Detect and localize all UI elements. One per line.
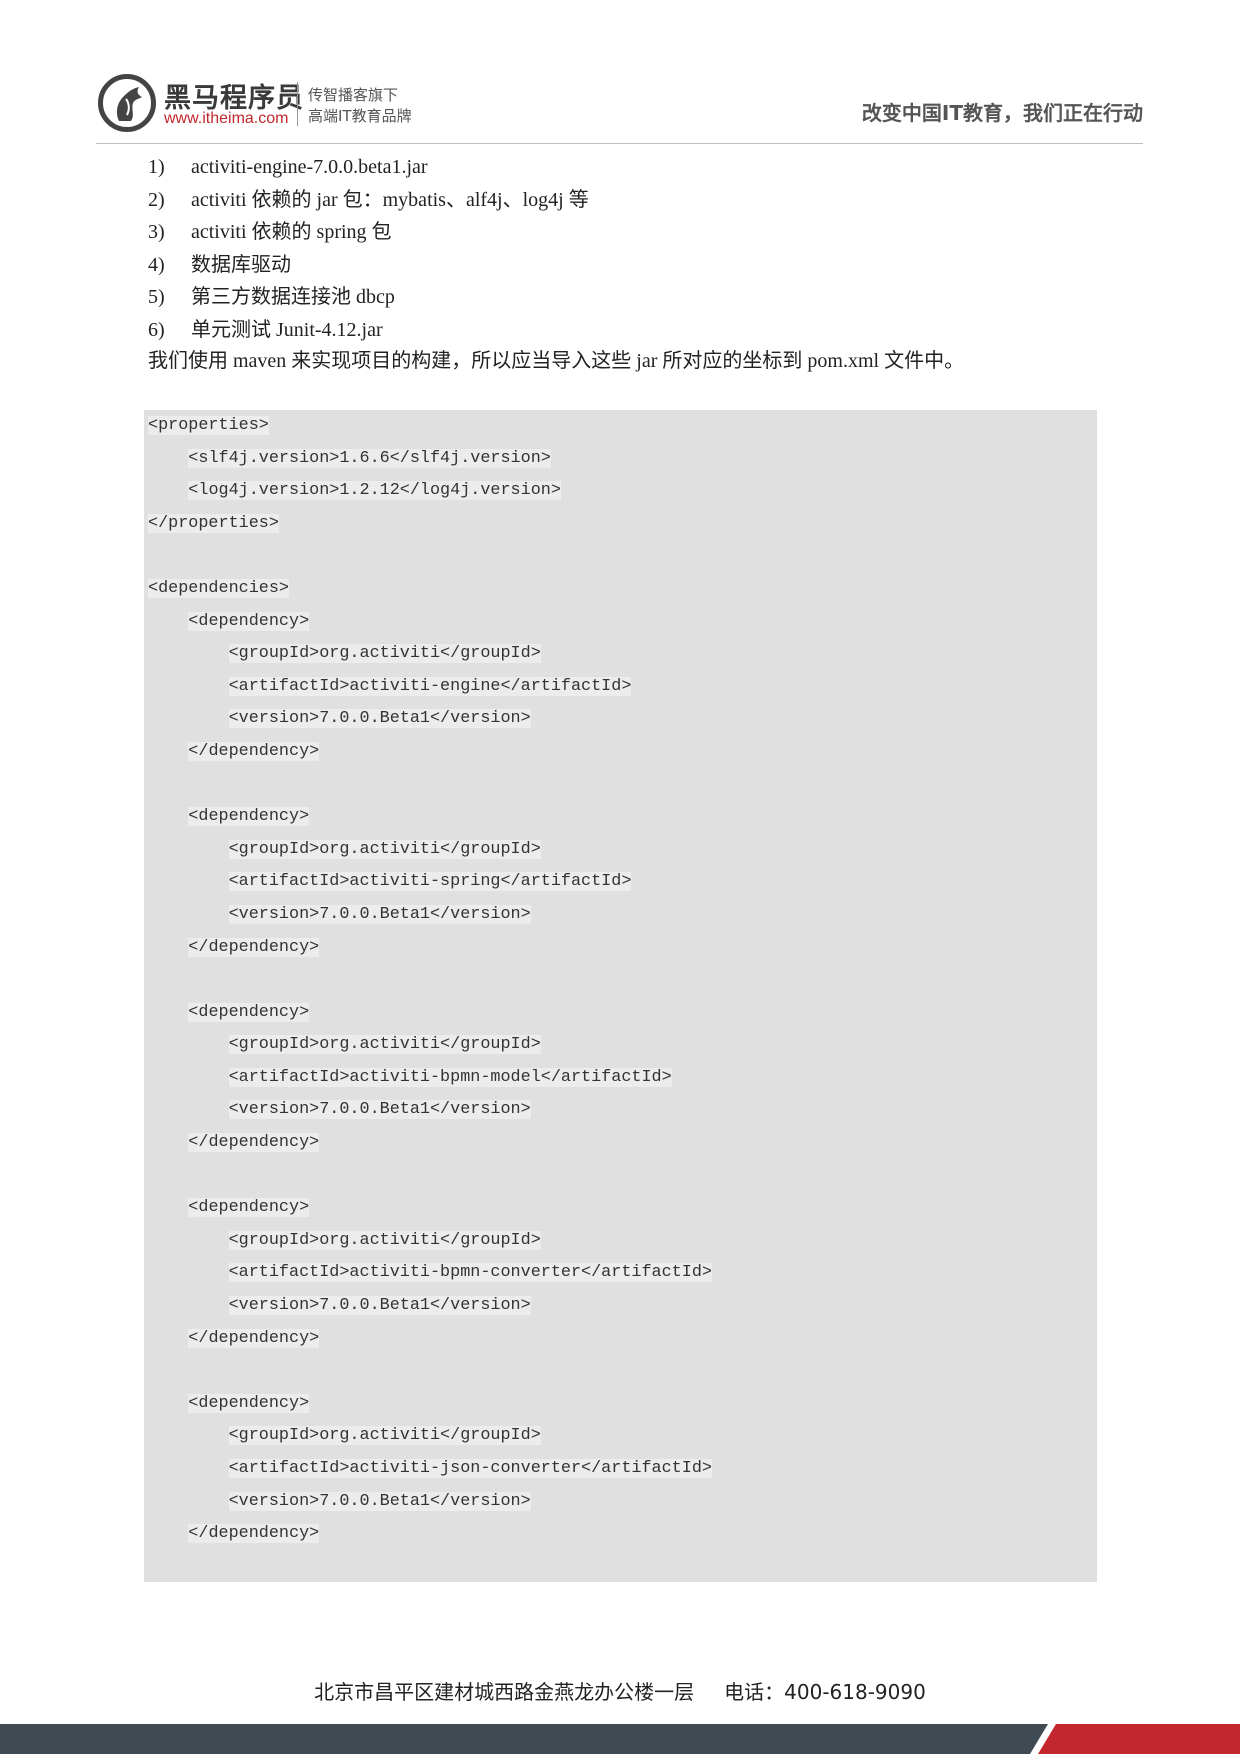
- code-line: <artifactId>activiti-bpmn-model</artifac…: [148, 1062, 712, 1095]
- code-line-text: </dependency>: [188, 937, 320, 957]
- header-rule: [96, 143, 1143, 144]
- code-line: <artifactId>activiti-json-converter</art…: [148, 1453, 712, 1486]
- code-line-text: <artifactId>activiti-bpmn-converter</art…: [228, 1263, 712, 1283]
- list-item: 2) activiti 依赖的 jar 包：mybatis、alf4j、log4j…: [148, 184, 589, 217]
- list-item: 6) 单元测试 Junit-4.12.jar: [148, 314, 589, 347]
- code-line: <dependency>: [148, 997, 712, 1030]
- code-line-text: <dependencies>: [148, 578, 289, 598]
- code-line-text: <groupId>org.activiti</groupId>: [228, 1035, 541, 1055]
- code-line: </dependency>: [148, 1518, 712, 1551]
- list-item-number: 2): [148, 188, 165, 211]
- page-footer: 北京市昌平区建材城西路金燕龙办公楼一层 电话：400-618-9090: [0, 1676, 1240, 1705]
- jar-list: 1) activiti-engine-7.0.0.beta1.jar 2) acti…: [148, 151, 589, 347]
- footer-bar: [0, 1724, 1240, 1754]
- code-line: <groupId>org.activiti</groupId>: [148, 638, 712, 671]
- code-line: <artifactId>activiti-spring</artifactId>: [148, 866, 712, 899]
- code-line: <dependency>: [148, 606, 712, 639]
- code-line-text: </dependency>: [188, 1328, 320, 1348]
- code-line-text: <dependency>: [188, 1198, 310, 1218]
- code-line: <slf4j.version>1.6.6</slf4j.version>: [148, 443, 712, 476]
- list-item-text: activiti 依赖的 spring 包: [191, 221, 392, 244]
- code-line-text: <version>7.0.0.Beta1</version>: [228, 1100, 531, 1120]
- code-line-text: <version>7.0.0.Beta1</version>: [228, 1491, 531, 1511]
- code-line: <dependency>: [148, 801, 712, 834]
- brand-divider: [297, 82, 298, 126]
- code-line: <dependencies>: [148, 573, 712, 606]
- code-line-text: <dependency>: [188, 1393, 310, 1413]
- code-line-text: </dependency>: [188, 741, 320, 761]
- footer-phone: 电话：400-618-9090: [724, 1680, 926, 1704]
- list-item-text: activiti-engine-7.0.0.beta1.jar: [191, 156, 428, 178]
- code-line: <version>7.0.0.Beta1</version>: [148, 1486, 712, 1519]
- code-line: <version>7.0.0.Beta1</version>: [148, 1290, 712, 1323]
- code-line: <artifactId>activiti-engine</artifactId>: [148, 671, 712, 704]
- code-line: <version>7.0.0.Beta1</version>: [148, 703, 712, 736]
- code-line-text: <artifactId>activiti-spring</artifactId>: [228, 872, 632, 892]
- list-item-number: 3): [148, 221, 165, 244]
- code-line-text: </dependency>: [188, 1133, 320, 1153]
- code-line-text: <dependency>: [188, 807, 310, 827]
- horse-logo-icon: [98, 74, 156, 132]
- list-item-text: 第三方数据连接池 dbcp: [191, 286, 395, 309]
- list-item-text: 单元测试 Junit-4.12.jar: [191, 318, 383, 341]
- code-line: </dependency>: [148, 1127, 712, 1160]
- code-line: <groupId>org.activiti</groupId>: [148, 1225, 712, 1258]
- code-line-text: <log4j.version>1.2.12</log4j.version>: [188, 481, 561, 501]
- code-line-text: <dependency>: [188, 611, 310, 631]
- code-line: <dependency>: [148, 1192, 712, 1225]
- list-item-text: 数据库驱动: [191, 253, 291, 276]
- list-item: 5) 第三方数据连接池 dbcp: [148, 281, 589, 314]
- footer-address: 北京市昌平区建材城西路金燕龙办公楼一层: [314, 1680, 695, 1704]
- code-line-text: <properties>: [148, 416, 269, 435]
- list-item-number: 6): [148, 318, 165, 341]
- code-line: <dependency>: [148, 1388, 712, 1421]
- code-line-text: <groupId>org.activiti</groupId>: [228, 1426, 541, 1446]
- code-line: <version>7.0.0.Beta1</version>: [148, 899, 712, 932]
- list-item: 3) activiti 依赖的 spring 包: [148, 216, 589, 249]
- code-line-text: <groupId>org.activiti</groupId>: [228, 1230, 541, 1250]
- code-line: <properties>: [148, 410, 712, 443]
- code-line: </dependency>: [148, 736, 712, 769]
- code-line-text: <version>7.0.0.Beta1</version>: [228, 709, 531, 729]
- list-item: 1) activiti-engine-7.0.0.beta1.jar: [148, 151, 589, 184]
- code-line: <groupId>org.activiti</groupId>: [148, 1420, 712, 1453]
- code-line-text: <groupId>org.activiti</groupId>: [228, 644, 541, 664]
- code-line: </dependency>: [148, 932, 712, 965]
- header-slogan: 改变中国IT教育，我们正在行动: [861, 101, 1143, 125]
- brand-tagline-2: 高端IT教育品牌: [308, 107, 412, 125]
- code-line: <groupId>org.activiti</groupId>: [148, 834, 712, 867]
- code-line-text: <artifactId>activiti-engine</artifactId>: [228, 676, 632, 696]
- code-line-text: <dependency>: [188, 1002, 310, 1022]
- list-item-number: 4): [148, 253, 165, 276]
- code-line-text: </dependency>: [188, 1524, 320, 1544]
- list-item-number: 5): [148, 286, 165, 309]
- brand-tagline-1: 传智播客旗下: [308, 86, 399, 104]
- body-paragraph: 我们使用 maven 来实现项目的构建，所以应当导入这些 jar 所对应的坐标到…: [148, 350, 965, 372]
- brand-url: www.itheima.com: [164, 110, 289, 127]
- code-line-text: <artifactId>activiti-json-converter</art…: [228, 1459, 712, 1478]
- list-item-text: activiti 依赖的 jar 包：mybatis、alf4j、log4j 等: [191, 188, 589, 211]
- code-line: <artifactId>activiti-bpmn-converter</art…: [148, 1257, 712, 1290]
- code-line-text: <artifactId>activiti-bpmn-model</artifac…: [228, 1067, 672, 1087]
- code-line-text: <version>7.0.0.Beta1</version>: [228, 1296, 531, 1316]
- code-line: <version>7.0.0.Beta1</version>: [148, 1094, 712, 1127]
- code-line-text: <groupId>org.activiti</groupId>: [228, 839, 541, 859]
- page-header: 黑马程序员 www.itheima.com 传智播客旗下 高端IT教育品牌 改变…: [98, 72, 1143, 144]
- code-line-text: <slf4j.version>1.6.6</slf4j.version>: [188, 448, 551, 468]
- code-line: </properties>: [148, 508, 712, 541]
- list-item-number: 1): [148, 156, 165, 178]
- list-item: 4) 数据库驱动: [148, 249, 589, 282]
- code-line: <log4j.version>1.2.12</log4j.version>: [148, 475, 712, 508]
- code-block: <properties> <slf4j.version>1.6.6</slf4j…: [148, 410, 712, 1551]
- code-line-text: <version>7.0.0.Beta1</version>: [228, 904, 531, 924]
- code-line: <groupId>org.activiti</groupId>: [148, 1029, 712, 1062]
- code-line: </dependency>: [148, 1323, 712, 1356]
- code-line-text: </properties>: [148, 513, 279, 533]
